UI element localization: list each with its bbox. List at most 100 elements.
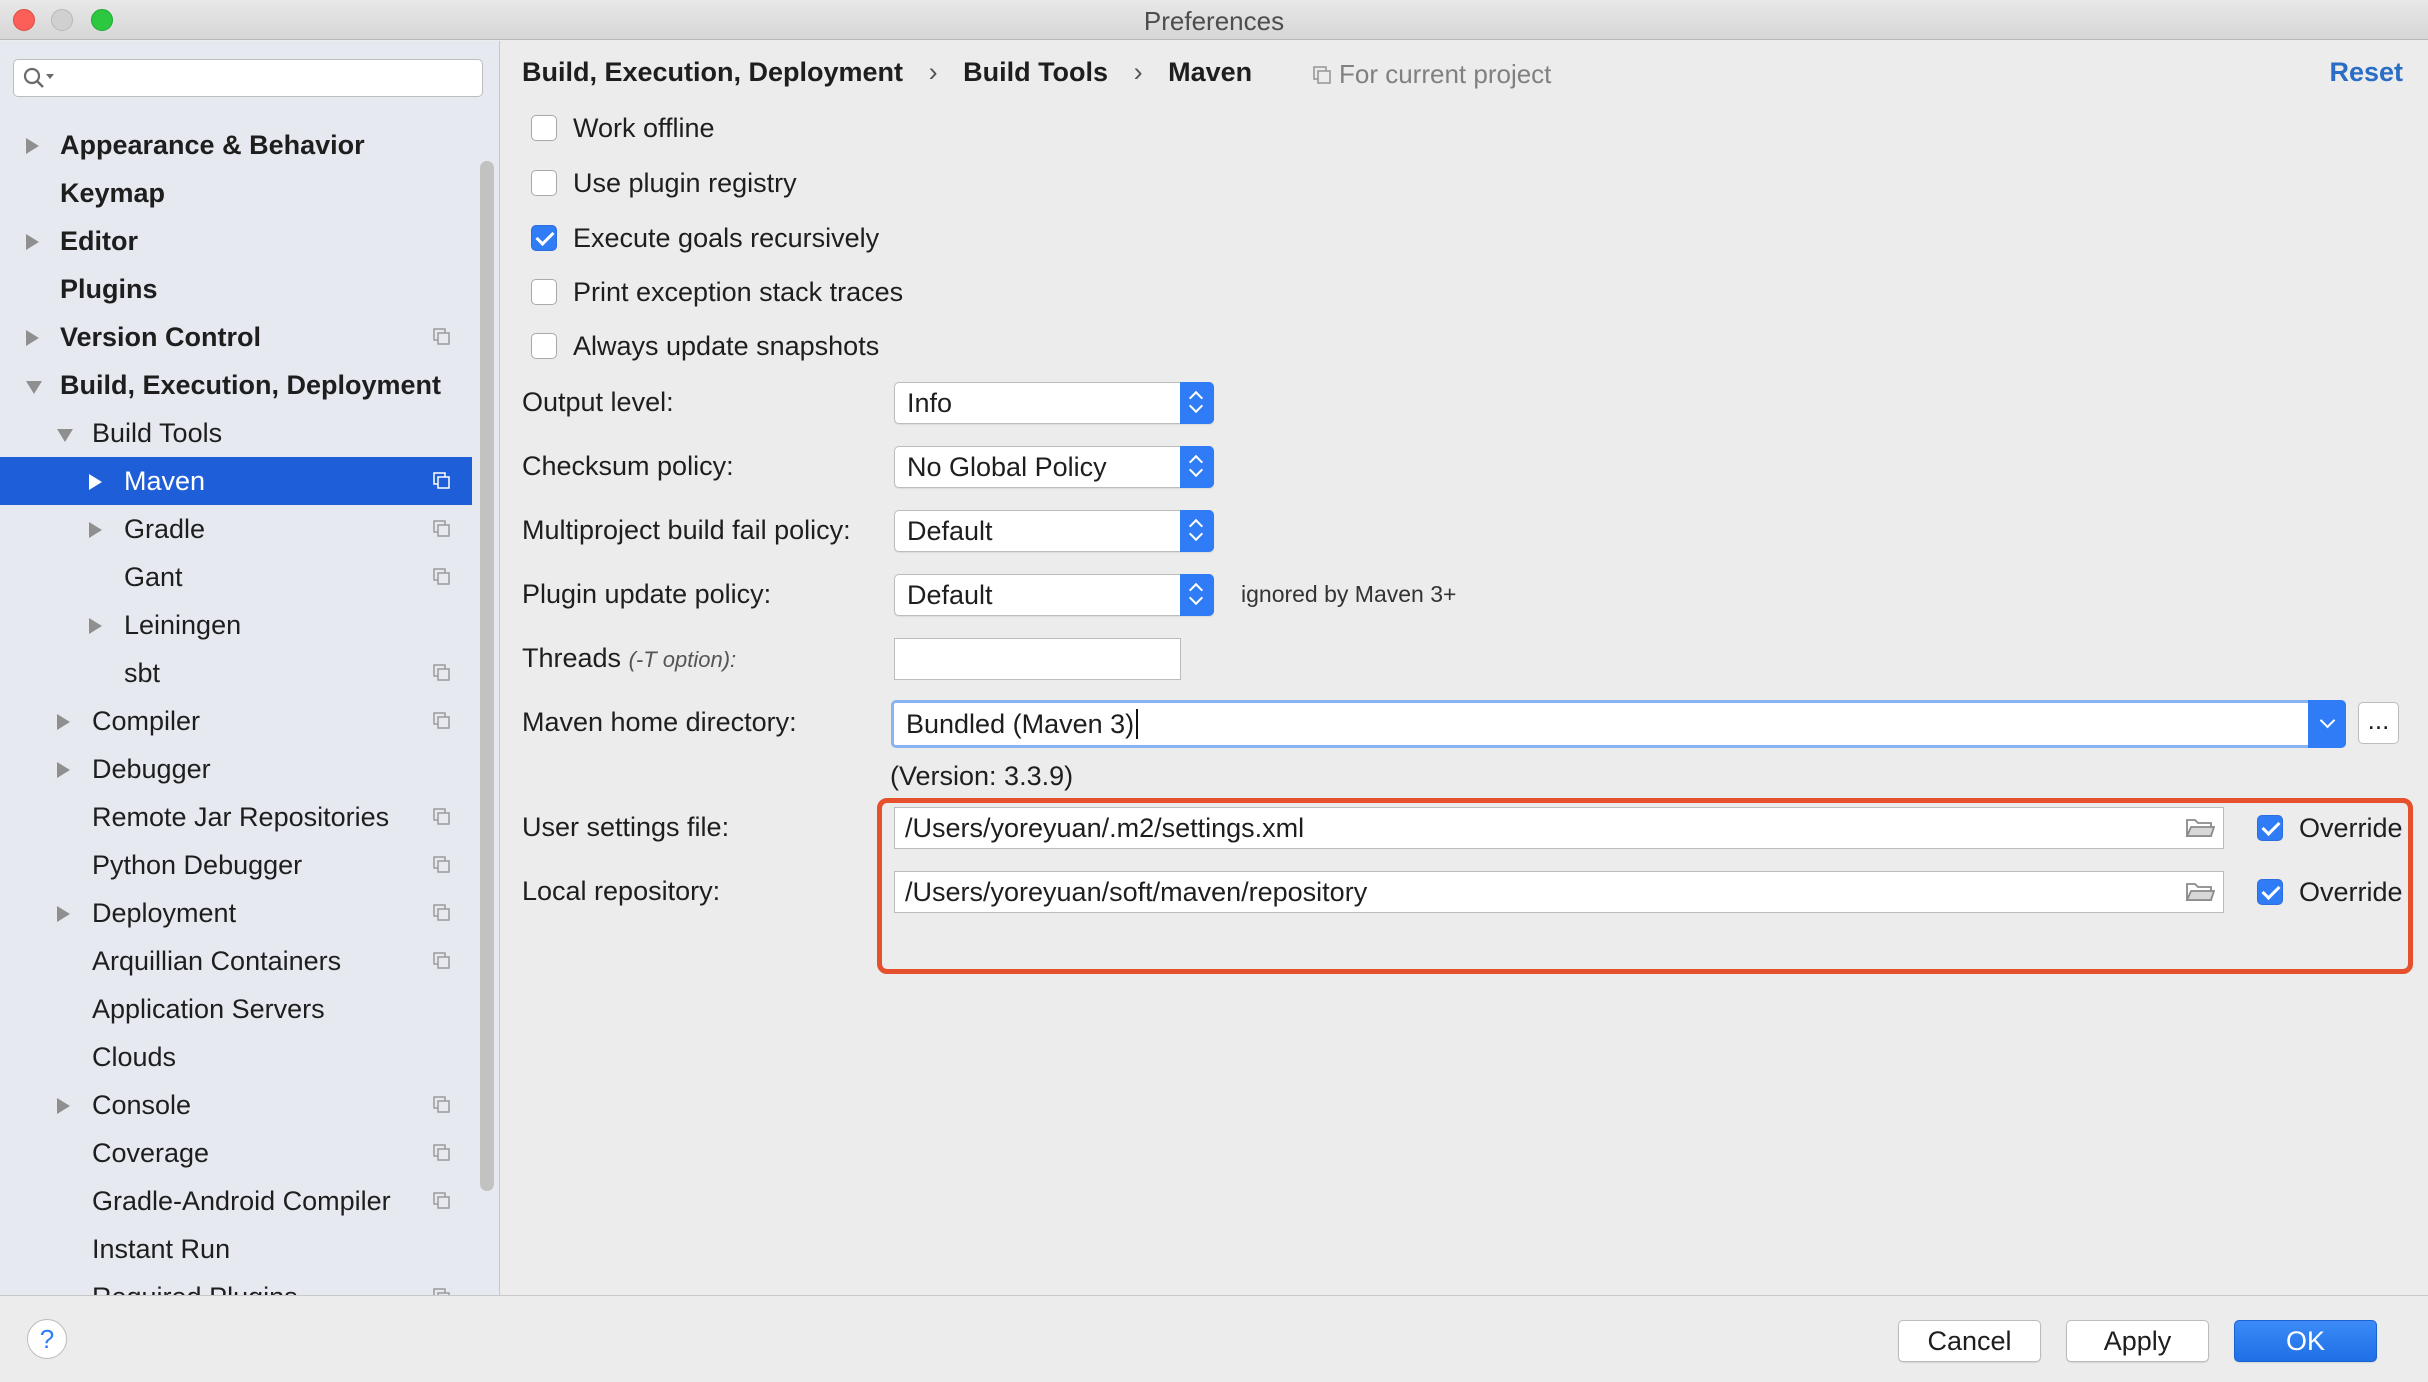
multiproject-policy-select[interactable]: Default <box>894 510 1214 552</box>
checksum-policy-select[interactable]: No Global Policy <box>894 446 1214 488</box>
sidebar-item-label: Build, Execution, Deployment <box>60 370 442 400</box>
threads-label-text: Threads <box>522 643 622 673</box>
sidebar-item-application-servers[interactable]: Application Servers <box>0 985 472 1033</box>
sidebar-item-label: Gradle-Android Compiler <box>92 1186 391 1216</box>
sidebar-item-build-execution-deployment[interactable]: Build, Execution, Deployment <box>0 361 472 409</box>
sidebar-item-version-control[interactable]: Version Control <box>0 313 472 361</box>
always-update-checkbox[interactable] <box>531 333 557 359</box>
maven-home-browse-button[interactable]: ... <box>2358 702 2399 744</box>
sidebar-item-console[interactable]: Console <box>0 1081 472 1129</box>
project-scope-icon <box>433 664 450 681</box>
user-settings-override-label: Override <box>2299 813 2403 843</box>
maven-version-label: (Version: 3.3.9) <box>890 761 1074 791</box>
sidebar-item-coverage[interactable]: Coverage <box>0 1129 472 1177</box>
sidebar-item-label: Build Tools <box>92 418 223 448</box>
plugin-update-policy-select[interactable]: Default <box>894 574 1214 616</box>
sidebar-item-label: Editor <box>60 226 138 256</box>
expand-arrow-right-icon[interactable] <box>26 138 39 154</box>
sidebar-item-label: Coverage <box>92 1138 210 1168</box>
sidebar-item-debugger[interactable]: Debugger <box>0 745 472 793</box>
sidebar-item-compiler[interactable]: Compiler <box>0 697 472 745</box>
user-settings-override-checkbox[interactable] <box>2257 815 2283 841</box>
use-plugin-registry-checkbox[interactable] <box>531 170 557 196</box>
output-level-stepper[interactable] <box>1180 382 1214 424</box>
sidebar-item-python-debugger[interactable]: Python Debugger <box>0 841 472 889</box>
cancel-button[interactable]: Cancel <box>1898 1320 2041 1362</box>
sidebar-item-label: Application Servers <box>92 994 325 1024</box>
expand-arrow-right-icon[interactable] <box>57 714 70 730</box>
project-scope-icon <box>1313 66 1331 84</box>
user-settings-value: /Users/yoreyuan/.m2/settings.xml <box>905 813 1305 843</box>
threads-input[interactable] <box>894 638 1181 680</box>
sidebar-item-label: Leiningen <box>124 610 242 640</box>
print-exception-checkbox[interactable] <box>531 279 557 305</box>
always-update-label: Always update snapshots <box>573 331 880 361</box>
expand-arrow-right-icon[interactable] <box>57 906 70 922</box>
reset-link[interactable]: Reset <box>2329 57 2403 88</box>
checksum-policy-stepper[interactable] <box>1180 446 1214 488</box>
local-repository-input[interactable]: /Users/yoreyuan/soft/maven/repository <box>894 871 2224 913</box>
expand-arrow-right-icon[interactable] <box>57 762 70 778</box>
project-scope-label: For current project <box>1339 59 1552 89</box>
sidebar-item-remote-jar-repositories[interactable]: Remote Jar Repositories <box>0 793 472 841</box>
folder-icon[interactable] <box>2185 816 2215 840</box>
print-exception-label: Print exception stack traces <box>573 277 904 307</box>
sidebar-item-build-tools[interactable]: Build Tools <box>0 409 472 457</box>
sidebar-item-gradle[interactable]: Gradle <box>0 505 472 553</box>
sidebar-item-maven[interactable]: Maven <box>0 457 472 505</box>
sidebar-scrollbar-thumb[interactable] <box>480 161 494 1191</box>
user-settings-input[interactable]: /Users/yoreyuan/.m2/settings.xml <box>894 807 2224 849</box>
multiproject-policy-stepper[interactable] <box>1180 510 1214 552</box>
checksum-policy-value: No Global Policy <box>907 452 1107 482</box>
sidebar-item-label: Plugins <box>60 274 158 304</box>
sidebar-item-editor[interactable]: Editor <box>0 217 472 265</box>
maven-home-dropdown-arrow[interactable] <box>2308 700 2346 748</box>
sidebar-item-appearance-behavior[interactable]: Appearance & Behavior <box>0 121 472 169</box>
sidebar-item-deployment[interactable]: Deployment <box>0 889 472 937</box>
project-scope-icon <box>433 1096 450 1113</box>
sidebar-scrollbar[interactable] <box>472 111 500 1295</box>
settings-search-input[interactable] <box>64 64 474 92</box>
execute-goals-checkbox[interactable] <box>531 225 557 251</box>
work-offline-checkbox[interactable] <box>531 115 557 141</box>
local-repository-override-checkbox[interactable] <box>2257 879 2283 905</box>
plugin-update-policy-stepper[interactable] <box>1180 574 1214 616</box>
sidebar-item-plugins[interactable]: Plugins <box>0 265 472 313</box>
sidebar-item-gant[interactable]: Gant <box>0 553 472 601</box>
project-scope-icon <box>433 712 450 729</box>
plugin-update-hint: ignored by Maven 3+ <box>1241 581 1457 607</box>
project-scope-icon <box>433 808 450 825</box>
sidebar-item-label: Compiler <box>92 706 201 736</box>
sidebar-item-label: Python Debugger <box>92 850 303 880</box>
sidebar-item-sbt[interactable]: sbt <box>0 649 472 697</box>
maven-home-combo[interactable]: Bundled (Maven 3) <box>891 700 2346 748</box>
expand-arrow-right-icon[interactable] <box>89 522 102 538</box>
settings-search-box[interactable] <box>13 59 483 97</box>
expand-arrow-right-icon[interactable] <box>89 474 102 490</box>
ok-button[interactable]: OK <box>2234 1320 2377 1362</box>
sidebar-item-instant-run[interactable]: Instant Run <box>0 1225 472 1273</box>
expand-arrow-right-icon[interactable] <box>57 1098 70 1114</box>
expand-arrow-down-icon[interactable] <box>26 381 42 394</box>
sidebar-item-arquillian-containers[interactable]: Arquillian Containers <box>0 937 472 985</box>
sidebar-item-clouds[interactable]: Clouds <box>0 1033 472 1081</box>
apply-button[interactable]: Apply <box>2066 1320 2209 1362</box>
sidebar-item-keymap[interactable]: Keymap <box>0 169 472 217</box>
expand-arrow-right-icon[interactable] <box>26 330 39 346</box>
output-level-select[interactable]: Info <box>894 382 1214 424</box>
sidebar-item-gradle-android-compiler[interactable]: Gradle-Android Compiler <box>0 1177 472 1225</box>
help-button[interactable]: ? <box>27 1319 67 1359</box>
sidebar-item-label: Arquillian Containers <box>92 946 342 976</box>
search-icon <box>23 67 54 88</box>
sidebar-item-label: Deployment <box>92 898 237 928</box>
expand-arrow-right-icon[interactable] <box>26 234 39 250</box>
project-scope-icon <box>433 328 450 345</box>
sidebar-item-leiningen[interactable]: Leiningen <box>0 601 472 649</box>
folder-icon[interactable] <box>2185 880 2215 904</box>
dialog-footer: ? Cancel Apply OK <box>0 1295 2428 1382</box>
expand-arrow-down-icon[interactable] <box>57 429 73 442</box>
expand-arrow-right-icon[interactable] <box>89 618 102 634</box>
settings-sidebar: Appearance & Behavior Keymap Editor Plugins… <box>0 41 500 1312</box>
sidebar-item-label: Clouds <box>92 1042 177 1072</box>
sidebar-item-label: Instant Run <box>92 1234 231 1264</box>
